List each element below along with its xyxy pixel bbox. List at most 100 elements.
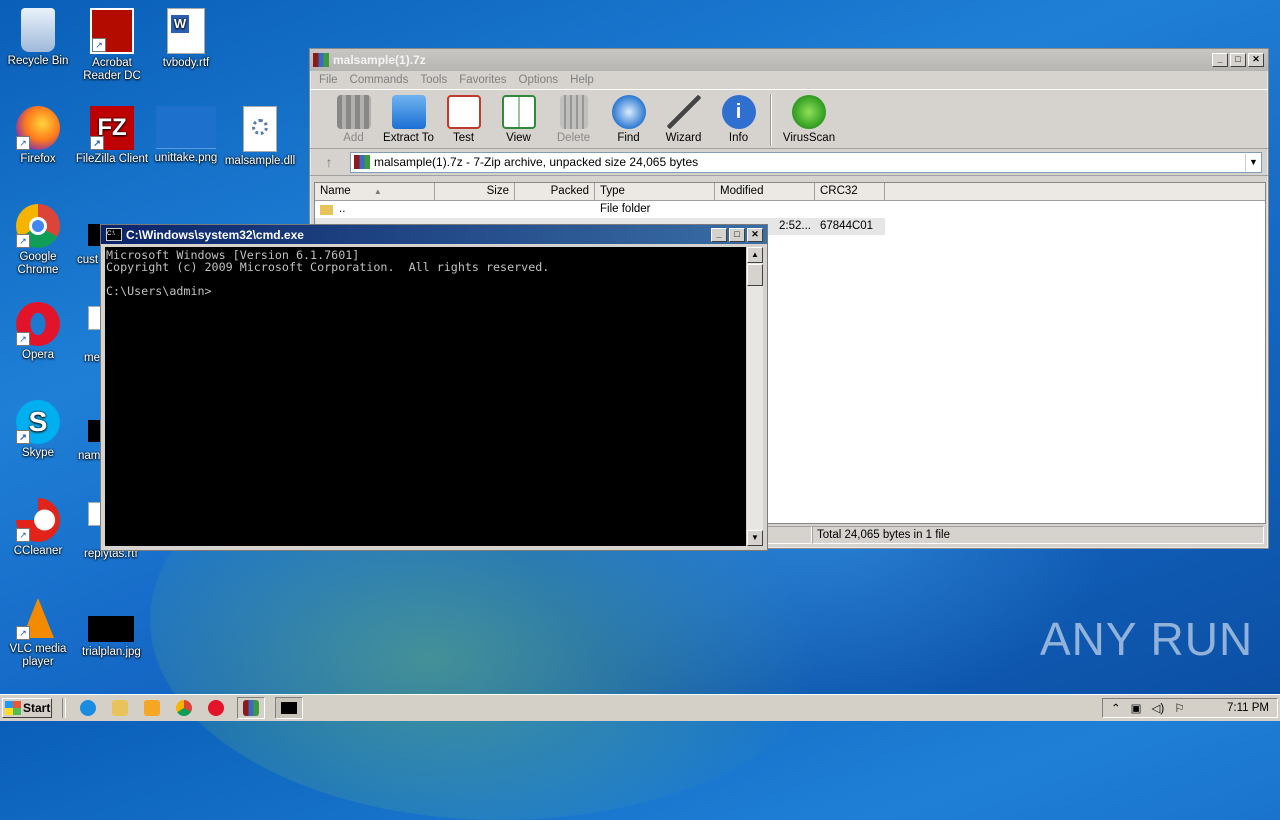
recycle-bin-icon bbox=[21, 8, 55, 52]
scroll-thumb[interactable] bbox=[747, 264, 763, 286]
desktop-icon-unittake[interactable]: unittake.png bbox=[148, 106, 224, 165]
extract-to-button-label: Extract To bbox=[383, 132, 434, 144]
black-thumbnail-icon bbox=[88, 616, 134, 642]
close-button[interactable]: ✕ bbox=[747, 228, 763, 242]
acrobat-icon: ↗ bbox=[90, 8, 134, 54]
delete-button[interactable]: Delete bbox=[546, 95, 601, 148]
column-type[interactable]: Type bbox=[595, 183, 715, 200]
start-button[interactable]: Start bbox=[2, 698, 52, 718]
desktop-icon-opera[interactable]: ↗ Opera bbox=[0, 302, 76, 362]
wizard-button[interactable]: Wizard bbox=[656, 95, 711, 148]
scroll-up-button[interactable]: ▲ bbox=[747, 247, 763, 263]
desktop-icon-label: Acrobat Reader DC bbox=[83, 57, 141, 82]
taskbar-cmd[interactable] bbox=[275, 697, 303, 719]
maximize-button[interactable]: □ bbox=[1230, 53, 1246, 67]
menu-help[interactable]: Help bbox=[570, 74, 594, 86]
show-hidden-icons-button[interactable]: ⌃ bbox=[1111, 701, 1121, 715]
shortcut-arrow-icon: ↗ bbox=[92, 38, 106, 52]
console-scrollbar[interactable]: ▲ ▼ bbox=[747, 247, 763, 546]
extract-to-button[interactable]: Extract To bbox=[381, 95, 436, 148]
taskbar-explorer[interactable] bbox=[109, 698, 131, 718]
shortcut-arrow-icon: ↗ bbox=[16, 430, 30, 444]
find-icon bbox=[611, 95, 646, 129]
desktop-icon-filezilla[interactable]: FZ ↗ FileZilla Client bbox=[74, 106, 150, 166]
virusscan-button-label: VirusScan bbox=[782, 132, 836, 144]
menu-commands[interactable]: Commands bbox=[350, 74, 409, 86]
sevenzip-app-icon bbox=[313, 53, 329, 67]
cmd-titlebar[interactable]: C:\ C:\Windows\system32\cmd.exe _ □ ✕ bbox=[101, 225, 767, 244]
desktop-icon-label: Google Chrome bbox=[17, 251, 59, 276]
cell-crc32: 67844C01 bbox=[820, 220, 874, 232]
desktop-icon-recycle-bin[interactable]: Recycle Bin bbox=[0, 8, 76, 68]
cell-name: .. bbox=[339, 203, 346, 215]
dll-file-icon bbox=[243, 106, 277, 152]
info-icon: i bbox=[721, 95, 756, 129]
desktop-icon-label: unittake.png bbox=[154, 152, 218, 164]
taskbar-ie[interactable] bbox=[77, 698, 99, 718]
add-button[interactable]: Add bbox=[326, 95, 381, 148]
maximize-button[interactable]: □ bbox=[729, 228, 745, 242]
desktop-icon-chrome[interactable]: ↗ Google Chrome bbox=[0, 204, 76, 277]
address-bar: ↑ malsample(1).7z - 7-Zip archive, unpac… bbox=[310, 149, 1268, 176]
clock[interactable]: 7:11 PM bbox=[1227, 702, 1269, 714]
desktop-icon-label: Opera bbox=[22, 349, 54, 361]
sevenzip-app-icon bbox=[243, 700, 259, 716]
table-row[interactable]: .. File folder bbox=[315, 201, 1265, 218]
desktop-icon-ccleaner[interactable]: ↗ CCleaner bbox=[0, 498, 76, 558]
virusscan-button[interactable]: VirusScan bbox=[778, 95, 840, 148]
taskbar-opera[interactable] bbox=[205, 698, 227, 718]
column-size[interactable]: Size bbox=[435, 183, 515, 200]
find-button[interactable]: Find bbox=[601, 95, 656, 148]
filezilla-icon: FZ ↗ bbox=[90, 106, 134, 150]
action-center-flag-icon[interactable]: ⚐ bbox=[1174, 701, 1184, 715]
desktop-icon-label: Recycle Bin bbox=[7, 55, 69, 67]
taskbar-media[interactable] bbox=[141, 698, 163, 718]
taskbar-chrome[interactable] bbox=[173, 698, 195, 718]
desktop-icon-tvbody[interactable]: W tvbody.rtf bbox=[148, 8, 224, 70]
path-combobox[interactable]: malsample(1).7z - 7-Zip archive, unpacke… bbox=[350, 151, 1262, 173]
scroll-down-button[interactable]: ▼ bbox=[747, 530, 763, 546]
desktop-icon-firefox[interactable]: ↗ Firefox bbox=[0, 106, 76, 166]
desktop-icon-acrobat[interactable]: ↗ Acrobat Reader DC bbox=[74, 8, 150, 83]
sort-up-icon: ▲ bbox=[373, 187, 382, 196]
virusscan-icon bbox=[792, 95, 826, 129]
quicklaunch-separator bbox=[62, 698, 66, 718]
taskbar-7zip[interactable] bbox=[237, 697, 265, 719]
info-button[interactable]: i Info bbox=[711, 95, 766, 148]
shortcut-arrow-icon: ↗ bbox=[16, 528, 30, 542]
menu-favorites[interactable]: Favorites bbox=[459, 74, 506, 86]
column-packed[interactable]: Packed bbox=[515, 183, 595, 200]
chevron-down-icon[interactable]: ▼ bbox=[1245, 153, 1261, 171]
image-file-icon bbox=[156, 106, 216, 149]
close-button[interactable]: ✕ bbox=[1248, 53, 1264, 67]
cmd-window-title: C:\Windows\system32\cmd.exe bbox=[126, 227, 304, 242]
test-icon bbox=[446, 95, 481, 129]
console-output[interactable]: Microsoft Windows [Version 6.1.7601] Cop… bbox=[105, 247, 746, 546]
system-tray: ⌃ ▣ ◁) ⚐ 7:11 PM bbox=[1102, 698, 1278, 718]
shortcut-arrow-icon: ↗ bbox=[16, 626, 30, 640]
menu-tools[interactable]: Tools bbox=[420, 74, 447, 86]
minimize-button[interactable]: _ bbox=[711, 228, 727, 242]
vlc-icon: ↗ bbox=[16, 596, 60, 640]
sevenzip-titlebar[interactable]: malsample(1).7z _ □ ✕ bbox=[310, 49, 1268, 71]
file-list-header: Name ▲ Size Packed Type Modified CRC32 bbox=[315, 183, 1265, 201]
menu-options[interactable]: Options bbox=[519, 74, 559, 86]
minimize-button[interactable]: _ bbox=[1212, 53, 1228, 67]
test-button[interactable]: Test bbox=[436, 95, 491, 148]
view-button[interactable]: View bbox=[491, 95, 546, 148]
column-modified[interactable]: Modified bbox=[715, 183, 815, 200]
anyrun-watermark: ANY RUN bbox=[1040, 613, 1254, 665]
desktop-icon-malsample-dll[interactable]: malsample.dll bbox=[222, 106, 298, 168]
desktop-icon-skype[interactable]: S ↗ Skype bbox=[0, 400, 76, 460]
info-button-label: Info bbox=[728, 132, 749, 144]
desktop-icon-vlc[interactable]: ↗ VLC media player bbox=[0, 596, 76, 669]
add-icon bbox=[336, 95, 371, 129]
volume-icon[interactable]: ◁) bbox=[1152, 701, 1165, 715]
extract-icon bbox=[391, 95, 426, 129]
desktop-icon-label: Firefox bbox=[20, 153, 56, 165]
column-crc32[interactable]: CRC32 bbox=[815, 183, 885, 200]
up-folder-button[interactable]: ↑ bbox=[314, 154, 344, 170]
menu-file[interactable]: File bbox=[319, 74, 338, 86]
column-name[interactable]: Name ▲ bbox=[315, 183, 435, 200]
network-icon[interactable]: ▣ bbox=[1131, 701, 1142, 715]
